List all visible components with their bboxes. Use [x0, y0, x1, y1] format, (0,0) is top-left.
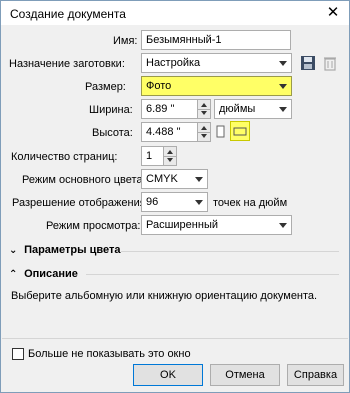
stepper-divider [164, 156, 176, 157]
width-stepper[interactable] [197, 99, 211, 119]
stepper-divider [198, 132, 210, 133]
footer-divider [2, 338, 348, 339]
resolution-label: Разрешение отображения: [12, 197, 149, 209]
divider [121, 251, 339, 252]
trash-icon[interactable] [321, 54, 339, 72]
chevron-down-icon [279, 61, 287, 66]
chevron-down-icon [195, 177, 203, 182]
save-icon[interactable] [299, 54, 317, 72]
color-mode-label: Режим основного цвета: [22, 174, 146, 186]
ok-button[interactable]: OK [133, 364, 203, 386]
chevron-double-down-icon: ⌄ [9, 245, 18, 256]
preset-label: Назначение заготовки: [9, 58, 125, 70]
cancel-button[interactable]: Отмена [210, 364, 280, 386]
chevron-down-icon [279, 223, 287, 228]
description-text: Выберите альбомную или книжную ориентаци… [11, 290, 318, 302]
chevron-double-up-icon: ⌃ [9, 269, 18, 280]
section-color-params[interactable]: ⌄ Параметры цвета [9, 244, 120, 256]
dont-show-label: Больше не показывать это окно [28, 348, 191, 360]
help-button[interactable]: Справка [287, 364, 344, 386]
preview-select-value: Расширенный [146, 219, 218, 231]
units-select-value: дюймы [219, 103, 256, 115]
pages-stepper[interactable] [163, 146, 177, 166]
title-bar: Создание документа ✕ [1, 1, 349, 25]
size-label: Размер: [85, 81, 126, 93]
name-label: Имя: [113, 35, 137, 47]
width-label: Ширина: [89, 104, 133, 116]
color-mode-select[interactable]: CMYK [141, 169, 208, 189]
stepper-divider [198, 109, 210, 110]
pages-field[interactable]: 1 [141, 146, 164, 166]
resolution-select[interactable]: 96 [141, 192, 208, 212]
color-mode-select-value: CMYK [146, 173, 178, 185]
pages-label: Количество страниц: [11, 151, 118, 163]
dialog-title: Создание документа [10, 7, 126, 21]
chevron-down-icon [201, 111, 207, 115]
chevron-down-icon [279, 84, 287, 89]
chevron-up-icon [201, 103, 207, 107]
resolution-select-value: 96 [146, 196, 159, 208]
create-document-dialog: Создание документа ✕ Имя: Безымянный-1 Н… [0, 0, 350, 393]
size-select-value: Фото [146, 80, 172, 92]
landscape-orientation-icon[interactable] [230, 121, 250, 141]
preview-select[interactable]: Расширенный [141, 215, 292, 235]
divider [86, 274, 339, 275]
section-description-title: Описание [24, 268, 78, 280]
chevron-up-icon [201, 126, 207, 130]
height-field[interactable]: 4.488 " [141, 122, 198, 142]
resolution-unit: точек на дюйм [213, 197, 288, 209]
size-select[interactable]: Фото [141, 76, 292, 96]
preview-label: Режим просмотра: [46, 220, 141, 232]
chevron-down-icon [201, 134, 207, 138]
section-color-params-title: Параметры цвета [24, 244, 121, 256]
chevron-down-icon [167, 158, 173, 162]
chevron-up-icon [167, 150, 173, 154]
units-select[interactable]: дюймы [214, 99, 292, 119]
portrait-orientation-icon[interactable] [211, 122, 229, 140]
section-description[interactable]: ⌃ Описание [9, 268, 78, 280]
chevron-down-icon [195, 200, 203, 205]
preset-select-value: Настройка [146, 57, 201, 69]
height-label: Высота: [92, 127, 133, 139]
name-label-text: Имя: [113, 35, 138, 47]
preset-select[interactable]: Настройка [141, 53, 292, 73]
dont-show-checkbox[interactable] [12, 348, 24, 360]
height-stepper[interactable] [197, 122, 211, 142]
chevron-down-icon [279, 107, 287, 112]
close-icon[interactable]: ✕ [323, 3, 343, 23]
name-field[interactable]: Безымянный-1 [141, 30, 291, 50]
width-field[interactable]: 6.89 " [141, 99, 198, 119]
